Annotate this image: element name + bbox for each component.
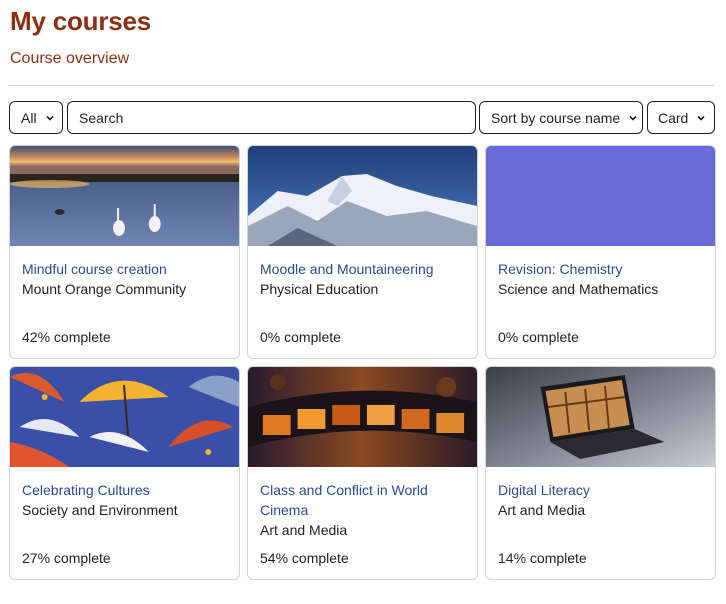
course-name-link[interactable]: Revision: Chemistry — [498, 259, 703, 279]
chevron-down-icon — [629, 115, 637, 121]
chevron-down-icon — [45, 115, 54, 121]
sort-dropdown[interactable]: Sort by course name — [479, 101, 643, 134]
course-image-umbrellas[interactable] — [10, 367, 239, 467]
course-card[interactable]: Mindful course creation Mount Orange Com… — [9, 145, 240, 359]
view-dropdown-label: Card — [658, 109, 689, 126]
divider — [9, 85, 715, 86]
search-field[interactable] — [67, 101, 476, 134]
course-category: Art and Media — [260, 522, 348, 538]
course-category: Physical Education — [260, 281, 379, 297]
course-card[interactable]: Class and Conflict in World Cinema Art a… — [247, 366, 478, 580]
page-title: My courses — [10, 6, 152, 36]
course-image-placeholder[interactable] — [486, 146, 715, 246]
course-image-tablet[interactable] — [486, 367, 715, 467]
course-progress: 0% complete — [260, 329, 341, 345]
course-progress: 0% complete — [498, 329, 579, 345]
course-progress: 42% complete — [22, 329, 111, 345]
course-category: Science and Mathematics — [498, 281, 659, 297]
chevron-down-icon — [697, 115, 705, 121]
course-category: Art and Media — [498, 502, 586, 518]
course-name-link[interactable]: Mindful course creation — [22, 259, 227, 279]
course-name-link[interactable]: Digital Literacy — [498, 480, 703, 500]
course-category: Society and Environment — [22, 502, 178, 518]
search-input[interactable] — [79, 109, 459, 126]
course-image-film[interactable] — [248, 367, 477, 467]
view-dropdown[interactable]: Card — [647, 101, 715, 134]
course-name-link[interactable]: Class and Conflict in World Cinema — [260, 480, 465, 520]
course-card[interactable]: Celebrating Cultures Society and Environ… — [9, 366, 240, 580]
course-image-lake[interactable] — [10, 146, 239, 246]
course-name-link[interactable]: Moodle and Mountaineering — [260, 259, 465, 279]
course-progress: 27% complete — [22, 550, 111, 566]
course-name-link[interactable]: Celebrating Cultures — [22, 480, 227, 500]
course-card[interactable]: Moodle and Mountaineering Physical Educa… — [247, 145, 478, 359]
course-image-mountain[interactable] — [248, 146, 477, 246]
filter-dropdown-label: All — [21, 109, 37, 126]
course-category: Mount Orange Community — [22, 281, 187, 297]
course-card[interactable]: Digital Literacy Art and Media 14% compl… — [485, 366, 716, 580]
page-subtitle: Course overview — [10, 50, 130, 67]
course-card[interactable]: Revision: Chemistry Science and Mathemat… — [485, 145, 716, 359]
filter-dropdown[interactable]: All — [9, 101, 63, 134]
course-grid: Mindful course creation Mount Orange Com… — [9, 145, 716, 580]
course-progress: 14% complete — [498, 550, 587, 566]
sort-dropdown-label: Sort by course name — [491, 109, 621, 126]
course-progress: 54% complete — [260, 550, 349, 566]
